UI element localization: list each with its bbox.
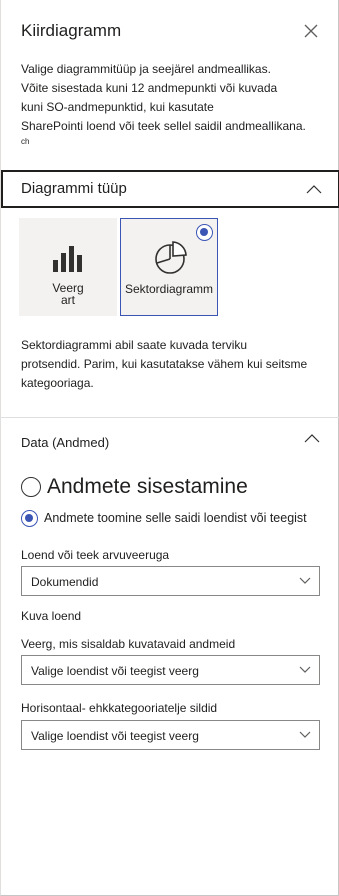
chart-type-bar-option[interactable]: Veerg art (19, 218, 117, 316)
axis-dropdown-value: Valige loendist või teegist veerg (31, 729, 199, 743)
chevron-up-icon (306, 185, 322, 194)
radio-manual-entry-label: Andmete sisestamine (47, 475, 248, 498)
pie-option-label: Sektordiagramm (124, 282, 214, 296)
description-line: Sektordiagrammi abil saate kuvada tervik… (21, 338, 248, 352)
description-line: kategooriaga. (21, 376, 94, 390)
description-line: protsendid. Parim, kui kasutatakse vähem… (21, 357, 308, 371)
list-field-label: Loend või teek arvuveeruga (21, 548, 170, 562)
panel-title: Kiirdiagramm (21, 21, 122, 40)
chart-type-description: Sektordiagrammi abil saate kuvada tervik… (21, 336, 321, 393)
chart-type-pie-option[interactable]: Sektordiagramm (120, 218, 218, 316)
column-field-label: Veerg, mis sisaldab kuvatavaid andmeid (21, 637, 236, 651)
intro-fragment: ch (21, 137, 30, 146)
panel-header: Kiirdiagramm (1, 0, 338, 52)
radio-button-unselected[interactable] (21, 477, 41, 497)
chevron-down-icon (299, 577, 311, 584)
quick-chart-panel: Kiirdiagramm Valige diagrammitüüp ja see… (0, 0, 339, 896)
intro-line: Võite sisestada kuni 12 andmepunkti või … (21, 81, 278, 95)
selected-radio-indicator (196, 224, 213, 241)
pie-chart-icon (155, 241, 187, 274)
bar-chart-icon (53, 246, 82, 272)
axis-field-label: Horisontaal- ehkkategooriatelje sildid (21, 701, 218, 715)
data-section-heading: Data (Andmed) (21, 435, 110, 450)
radio-manual-entry[interactable]: Andmete sisestamine (21, 475, 301, 501)
bar-option-label-continued: art (60, 293, 75, 307)
section-divider (1, 417, 339, 418)
intro-line: SharePointi loend või teek sellel saidil… (21, 119, 306, 133)
chart-type-section-header[interactable]: Diagrammi tüüp (1, 170, 339, 208)
column-dropdown[interactable]: Valige loendist või teegist veerg (21, 655, 320, 685)
intro-line: kuni SO-andmepunktid, kui kasutate (21, 100, 214, 114)
chevron-down-icon (299, 666, 311, 673)
chevron-down-icon (299, 731, 311, 738)
column-dropdown-value: Valige loendist või teegist veerg (31, 664, 199, 678)
radio-button-selected[interactable] (21, 510, 38, 527)
show-list-link[interactable]: Kuva loend (21, 609, 81, 623)
close-button[interactable] (302, 22, 320, 40)
chevron-up-icon[interactable] (304, 433, 320, 443)
chart-type-heading: Diagrammi tüüp (21, 180, 127, 197)
radio-list-source[interactable]: Andmete toomine selle saidi loendist või… (21, 510, 321, 530)
axis-dropdown[interactable]: Valige loendist või teegist veerg (21, 720, 320, 750)
close-icon (304, 24, 318, 38)
list-dropdown[interactable]: Dokumendid (21, 566, 320, 596)
intro-text: Valige diagrammitüüp ja seejärel andmeal… (21, 60, 321, 148)
radio-list-source-label: Andmete toomine selle saidi loendist või… (44, 511, 307, 525)
list-dropdown-value: Dokumendid (31, 575, 99, 589)
intro-line: Valige diagrammitüüp ja seejärel andmeal… (21, 62, 271, 76)
